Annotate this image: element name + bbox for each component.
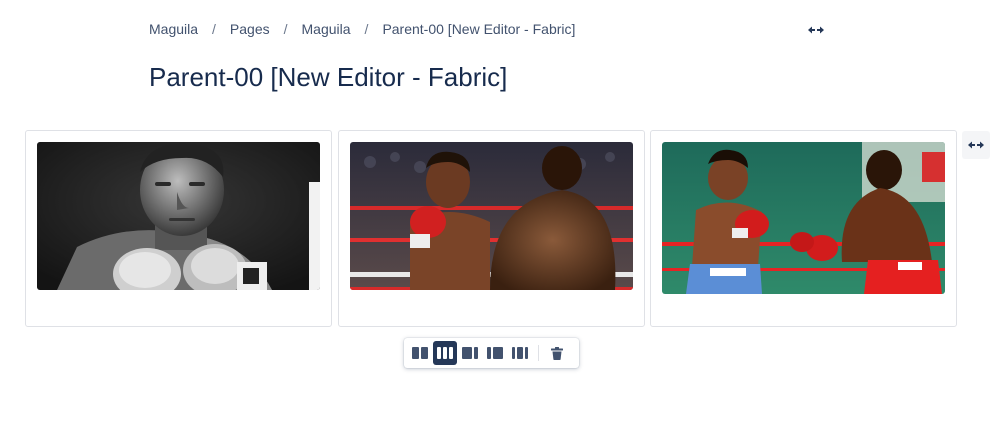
two-equal-columns-icon: [412, 347, 428, 359]
breadcrumb-separator: /: [283, 21, 288, 37]
layout-width-toggle-button[interactable]: [962, 131, 990, 159]
boxers-fight-image[interactable]: [350, 142, 633, 290]
three-equal-columns-icon: [437, 347, 453, 359]
left-sidebar-icon: [487, 347, 503, 359]
layout-section[interactable]: [25, 130, 957, 327]
two-columns-button[interactable]: [408, 341, 432, 365]
breadcrumb: Maguila / Pages / Maguila / Parent-00 [N…: [149, 21, 575, 37]
layout-column-2[interactable]: [338, 130, 645, 327]
expand-width-icon: [968, 141, 984, 149]
breadcrumb-item-pages[interactable]: Pages: [230, 21, 270, 37]
page-title[interactable]: Parent-00 [New Editor - Fabric]: [149, 62, 507, 93]
toolbar-separator: [538, 345, 539, 361]
boxer-portrait-image[interactable]: [37, 142, 320, 290]
expand-width-icon: [808, 26, 824, 34]
breadcrumb-item-parent[interactable]: Maguila: [302, 21, 351, 37]
delete-layout-button[interactable]: [545, 341, 569, 365]
left-sidebar-button[interactable]: [483, 341, 507, 365]
breadcrumb-item-space[interactable]: Maguila: [149, 21, 198, 37]
breadcrumb-separator: /: [212, 21, 216, 37]
page-width-toggle-button[interactable]: [805, 20, 827, 40]
breadcrumb-separator: /: [364, 21, 369, 37]
boxers-exchange-image[interactable]: [662, 142, 945, 294]
right-sidebar-button[interactable]: [458, 341, 482, 365]
layout-column-3[interactable]: [650, 130, 957, 327]
trash-icon: [551, 346, 563, 360]
layout-toolbar: [404, 338, 579, 368]
three-columns-sidebars-button[interactable]: [508, 341, 532, 365]
breadcrumb-item-current[interactable]: Parent-00 [New Editor - Fabric]: [382, 21, 575, 37]
layout-column-1[interactable]: [25, 130, 332, 327]
three-columns-with-sidebars-icon: [512, 347, 528, 359]
right-sidebar-icon: [462, 347, 478, 359]
three-columns-button[interactable]: [433, 341, 457, 365]
